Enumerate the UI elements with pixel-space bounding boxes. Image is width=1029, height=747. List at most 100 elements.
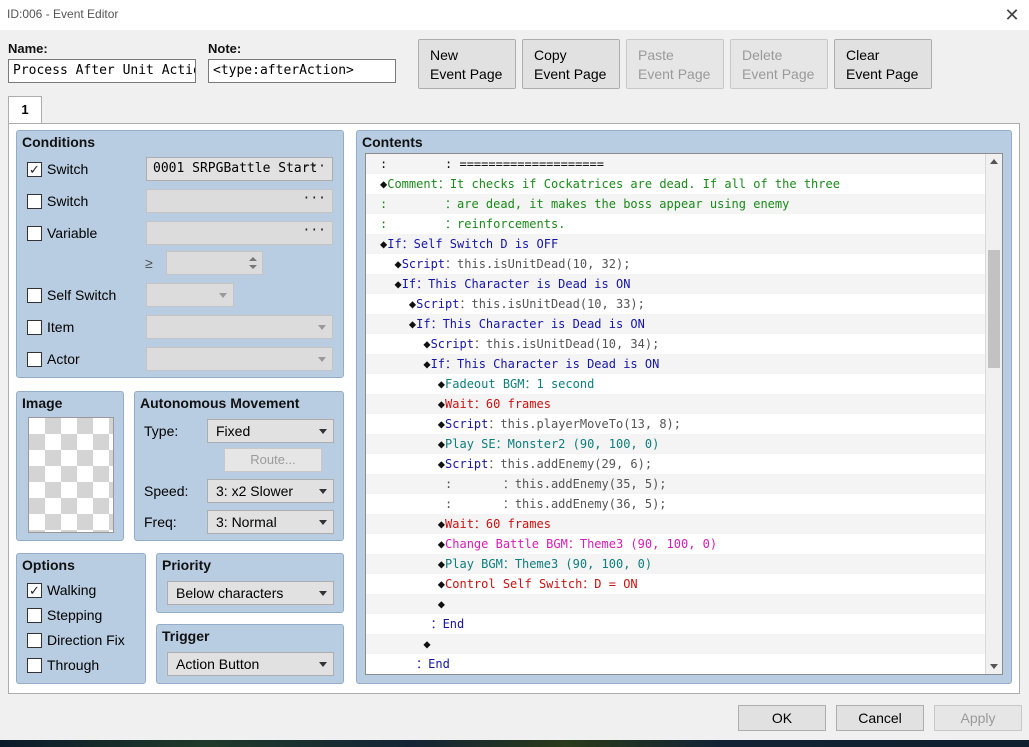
apply-button[interactable]: Apply: [934, 705, 1022, 731]
self-switch-check-box[interactable]: [27, 287, 42, 303]
spin-down-icon[interactable]: [249, 265, 257, 269]
event-command-list[interactable]: : : ==================== ◆Comment：It chec…: [365, 153, 1003, 675]
command-line[interactable]: ◆If：This Character is Dead is ON: [366, 314, 986, 334]
self-switch-select[interactable]: [146, 283, 234, 307]
command-line[interactable]: : ：this.addEnemy(36, 5);: [366, 494, 986, 514]
note-input[interactable]: <type:afterAction>: [208, 59, 396, 83]
delete-event-page-button[interactable]: Delete Event Page: [730, 39, 828, 89]
scroll-up-icon[interactable]: [990, 159, 998, 164]
command-line[interactable]: ◆Script：this.isUnitDead(10, 33);: [366, 294, 986, 314]
item-check-box[interactable]: [27, 319, 42, 335]
option-through-check-box[interactable]: [27, 657, 42, 673]
command-line[interactable]: ◆Change Battle BGM：Theme3 (90, 100, 0): [366, 534, 986, 554]
command-line[interactable]: ◆Script：this.playerMoveTo(13, 8);: [366, 414, 986, 434]
paste-event-page-button[interactable]: Paste Event Page: [626, 39, 724, 89]
variable-check-box[interactable]: [27, 225, 42, 241]
command-line[interactable]: ◆: [366, 594, 986, 614]
command-line[interactable]: ◆Comment：It checks if Cockatrices are de…: [366, 174, 986, 194]
switch1-label: Switch: [47, 161, 89, 177]
option-walking-check-box[interactable]: ✓: [27, 582, 42, 598]
button-label-line1: Paste: [638, 47, 674, 63]
clear-event-page-button[interactable]: Clear Event Page: [834, 39, 932, 89]
priority-value: Below characters: [176, 585, 284, 601]
trigger-select[interactable]: Action Button: [167, 652, 334, 676]
item-checkbox[interactable]: Item: [27, 319, 74, 335]
new-event-page-button[interactable]: New Event Page: [418, 39, 516, 89]
movement-freq-select[interactable]: 3: Normal: [207, 510, 334, 534]
command-line[interactable]: ◆If：This Character is Dead is ON: [366, 274, 986, 294]
button-label-line1: Copy: [534, 47, 567, 63]
command-line[interactable]: ◆: [366, 634, 986, 654]
button-label-line2: Event Page: [430, 66, 503, 82]
option-direction-fix-checkbox[interactable]: Direction Fix: [27, 632, 125, 648]
command-line[interactable]: : ：this.addEnemy(35, 5);: [366, 474, 986, 494]
switch2-check-box[interactable]: [27, 193, 42, 209]
item-select[interactable]: [146, 315, 333, 339]
actor-check-box[interactable]: [27, 351, 42, 367]
option-through-checkbox[interactable]: Through: [27, 657, 99, 673]
cancel-button[interactable]: Cancel: [836, 705, 924, 731]
switch2-checkbox[interactable]: Switch: [27, 193, 88, 209]
command-line[interactable]: ◆Fadeout BGM：1 second: [366, 374, 986, 394]
command-line[interactable]: ◆Wait：60 frames: [366, 514, 986, 534]
command-line[interactable]: ◆If：Self Switch D is OFF: [366, 234, 986, 254]
command-line[interactable]: ◆Play SE：Monster2 (90, 100, 0): [366, 434, 986, 454]
title-bar: ID:006 - Event Editor ✕: [0, 0, 1029, 30]
route-button[interactable]: Route...: [224, 448, 322, 472]
command-line[interactable]: ◆Play BGM：Theme3 (90, 100, 0): [366, 554, 986, 574]
scroll-down-icon[interactable]: [990, 664, 998, 669]
movement-type-select[interactable]: Fixed: [207, 419, 334, 443]
contents-scrollbar[interactable]: [985, 154, 1002, 674]
variable-picker[interactable]: ···: [146, 221, 333, 245]
switch1-checkbox[interactable]: ✓ Switch: [27, 161, 88, 177]
command-text: Control Self Switch：D = ON: [445, 577, 638, 591]
option-direction-fix-check-box[interactable]: [27, 632, 42, 648]
switch1-check-box[interactable]: ✓: [27, 161, 42, 177]
command-line[interactable]: ◆Script：this.isUnitDead(10, 32);: [366, 254, 986, 274]
option-direction-fix-label: Direction Fix: [47, 632, 125, 648]
command-line[interactable]: ◆Script：this.addEnemy(29, 6);: [366, 454, 986, 474]
actor-select[interactable]: [146, 347, 333, 371]
ok-button[interactable]: OK: [738, 705, 826, 731]
scrollbar-thumb[interactable]: [988, 250, 1000, 368]
option-walking-checkbox[interactable]: ✓ Walking: [27, 582, 96, 598]
option-stepping-check-box[interactable]: [27, 607, 42, 623]
command-line[interactable]: ：End: [366, 654, 986, 674]
command-line[interactable]: ◆Script：this.isUnitDead(10, 34);: [366, 334, 986, 354]
close-icon[interactable]: ✕: [1001, 4, 1023, 26]
self-switch-checkbox[interactable]: Self Switch: [27, 287, 116, 303]
variable-checkbox[interactable]: Variable: [27, 225, 97, 241]
command-text: Play SE：Monster2 (90, 100, 0): [445, 437, 660, 451]
priority-select[interactable]: Below characters: [167, 581, 334, 605]
switch1-picker[interactable]: 0001 SRPGBattle Start ···: [146, 157, 333, 181]
variable-value-stepper[interactable]: [166, 251, 263, 275]
tab-page-1[interactable]: 1: [8, 96, 42, 124]
command-text: ：this.isUnitDead(10, 34);: [473, 337, 660, 351]
window-title: ID:006 - Event Editor: [7, 7, 119, 21]
movement-speed-select[interactable]: 3: x2 Slower: [207, 479, 334, 503]
option-walking-label: Walking: [47, 582, 97, 598]
command-text: If：This Character is Dead is ON: [416, 317, 645, 331]
variable-label: Variable: [47, 225, 98, 241]
event-image-preview[interactable]: [28, 417, 114, 533]
name-input[interactable]: Process After Unit Action: [8, 59, 196, 83]
option-stepping-checkbox[interactable]: Stepping: [27, 607, 102, 623]
actor-checkbox[interactable]: Actor: [27, 351, 80, 367]
button-label-line2: Event Page: [846, 66, 919, 82]
switch2-picker[interactable]: ···: [146, 189, 333, 213]
command-text: : ：this.addEnemy(35, 5);: [380, 477, 667, 491]
command-text: ◆: [380, 637, 431, 651]
trigger-group: Trigger Action Button: [156, 624, 344, 684]
command-line[interactable]: ◆Control Self Switch：D = ON: [366, 574, 986, 594]
command-line[interactable]: ：End: [366, 614, 986, 634]
command-line[interactable]: : ：are dead, it makes the boss appear us…: [366, 194, 986, 214]
command-line[interactable]: : : ====================: [366, 154, 986, 174]
copy-event-page-button[interactable]: Copy Event Page: [522, 39, 620, 89]
command-line[interactable]: : ：reinforcements.: [366, 214, 986, 234]
switch2-label: Switch: [47, 193, 89, 209]
command-line[interactable]: ◆If：This Character is Dead is ON: [366, 354, 986, 374]
chevron-down-icon: [319, 429, 327, 434]
command-line[interactable]: ◆Wait：60 frames: [366, 394, 986, 414]
command-text: ：End: [416, 657, 450, 671]
spin-up-icon[interactable]: [249, 257, 257, 261]
